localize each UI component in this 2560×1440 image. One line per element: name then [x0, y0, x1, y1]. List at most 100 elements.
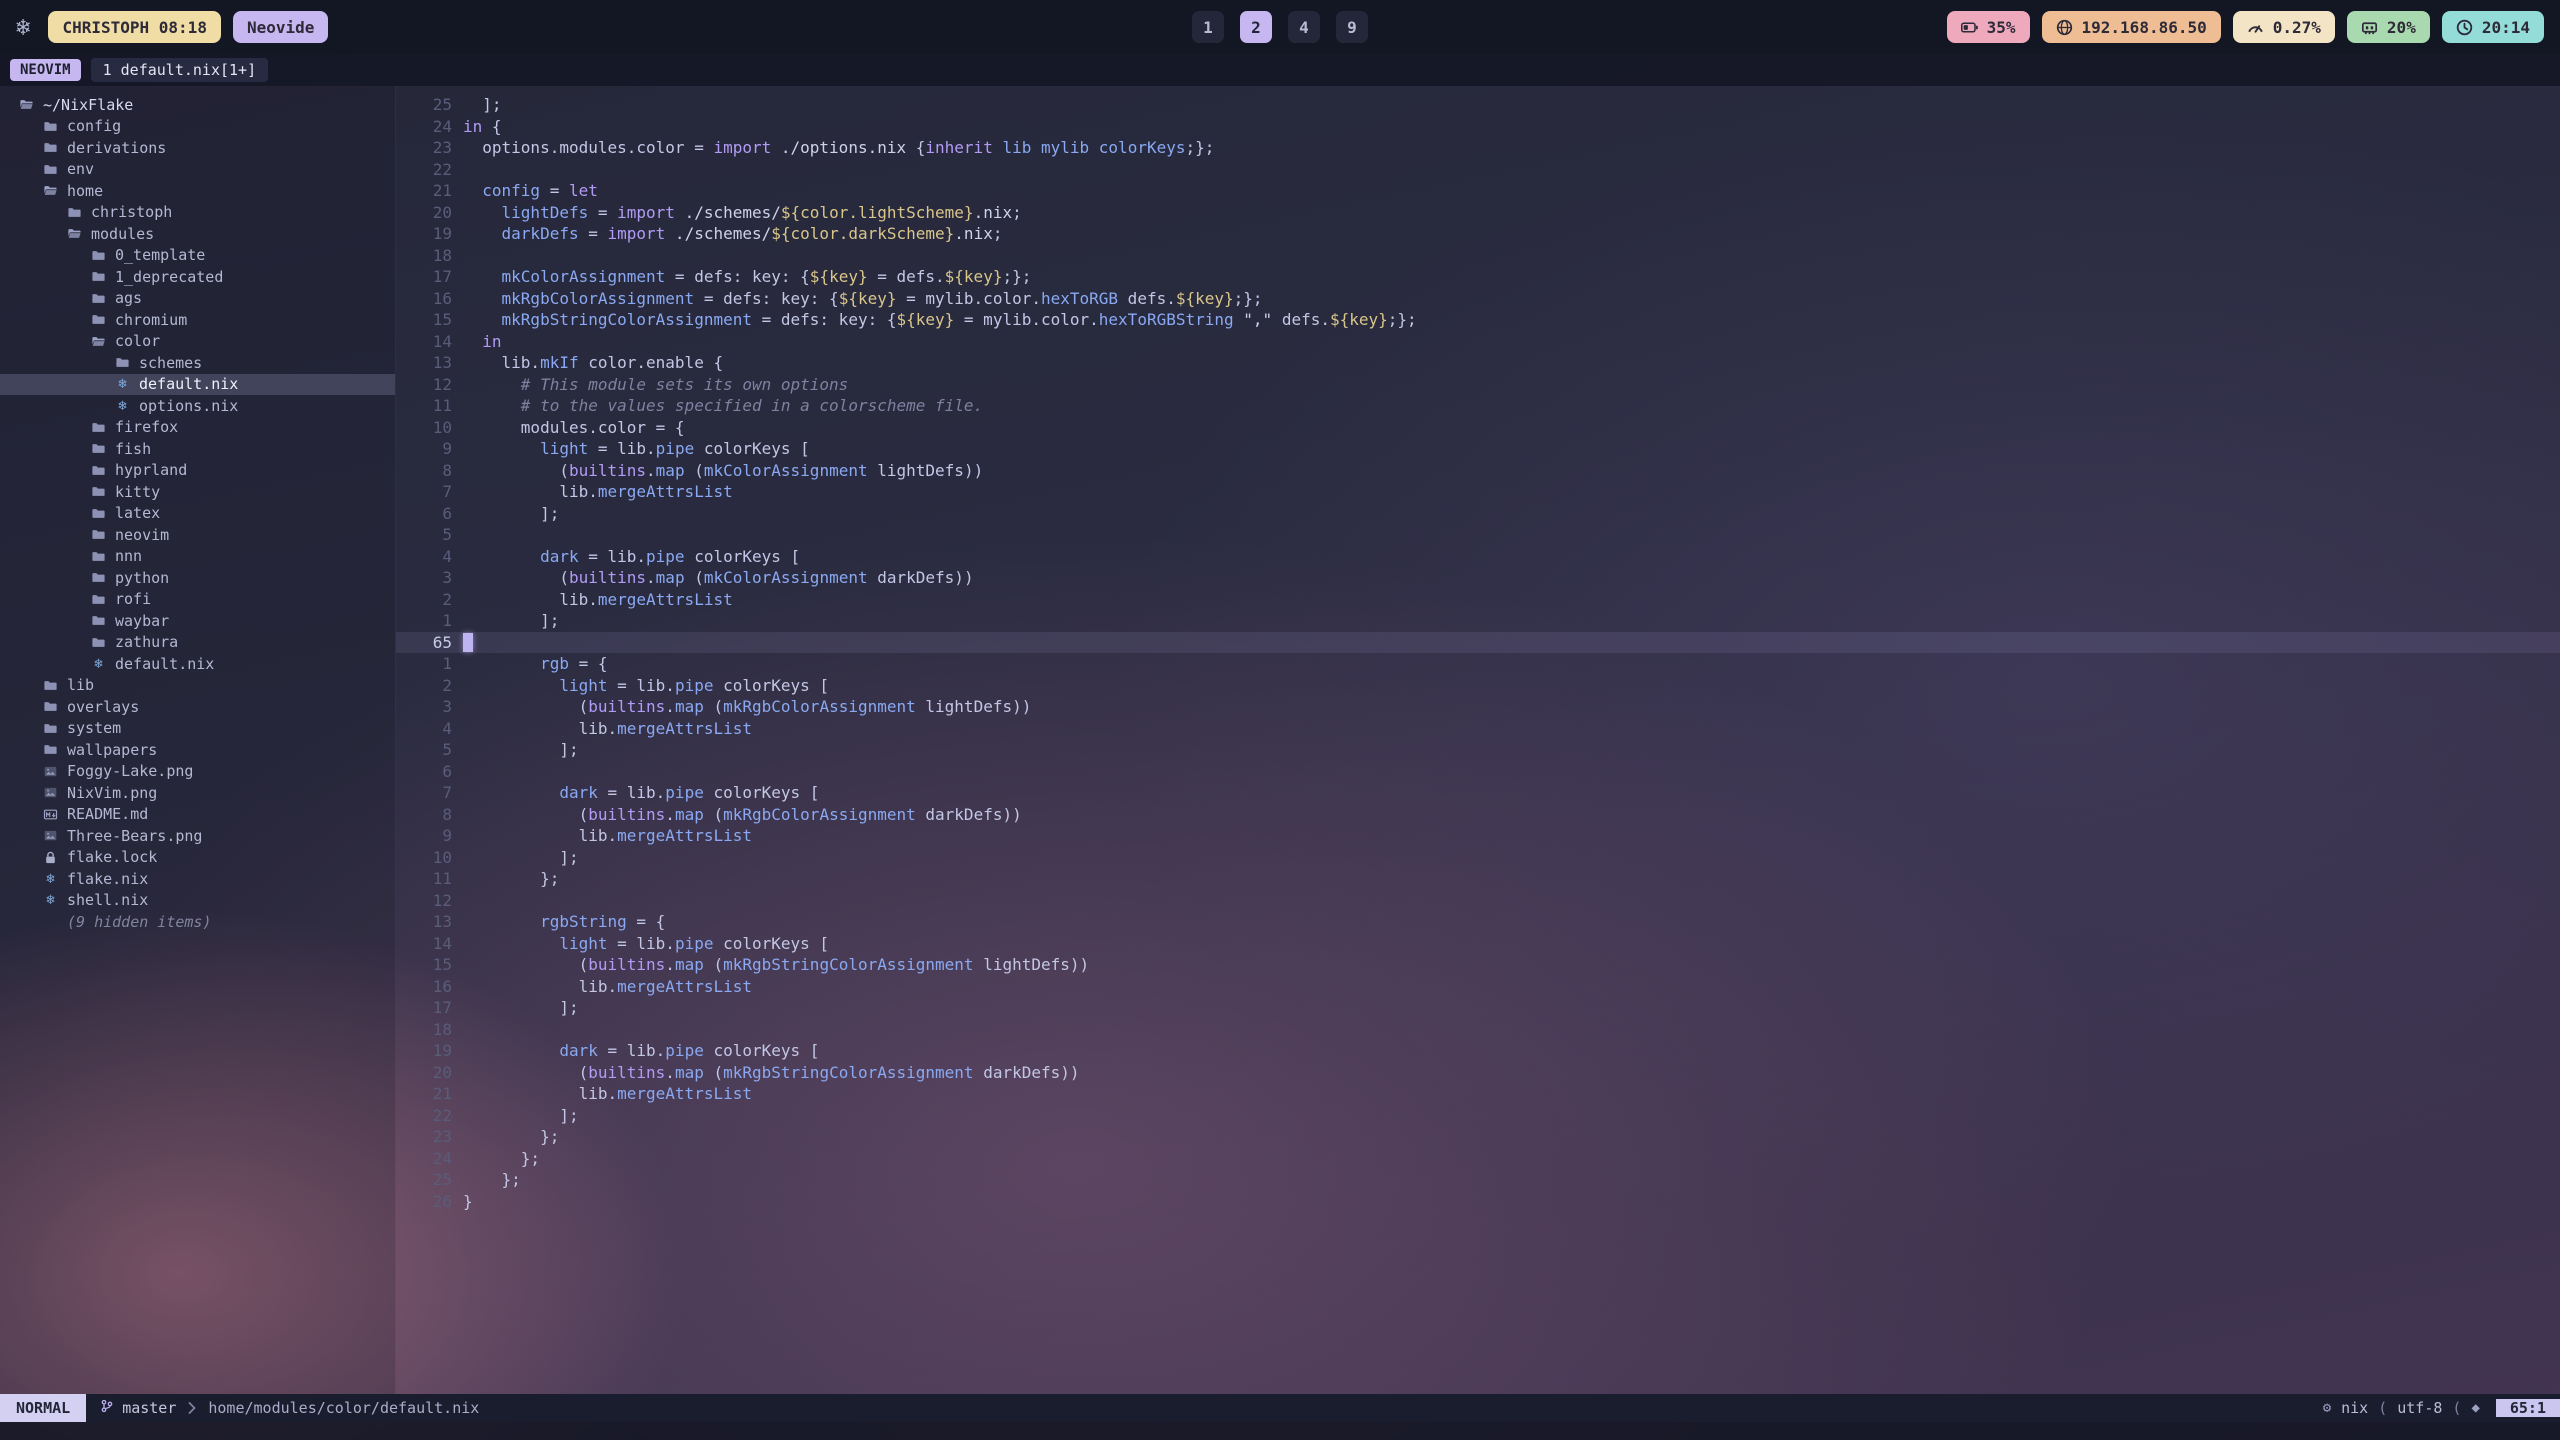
- code-line[interactable]: 25 };: [396, 1169, 2560, 1191]
- code-line[interactable]: 8 (builtins.map (mkColorAssignment light…: [396, 460, 2560, 482]
- code-line[interactable]: 19 darkDefs = import ./schemes/${color.d…: [396, 223, 2560, 245]
- user-clock-badge[interactable]: CHRISTOPH 08:18: [48, 11, 221, 43]
- tree-item[interactable]: wallpapers: [0, 739, 395, 761]
- code-line[interactable]: 9 lib.mergeAttrsList: [396, 825, 2560, 847]
- code-line[interactable]: 11 };: [396, 868, 2560, 890]
- tree-item[interactable]: ~/NixFlake: [0, 94, 395, 116]
- code-line[interactable]: 18: [396, 245, 2560, 267]
- code-line[interactable]: 23 options.modules.color = import ./opti…: [396, 137, 2560, 159]
- status-pill[interactable]: 20%: [2347, 11, 2430, 43]
- tree-item[interactable]: 0_template: [0, 245, 395, 267]
- code-line[interactable]: 4 dark = lib.pipe colorKeys [: [396, 546, 2560, 568]
- tree-item[interactable]: chromium: [0, 309, 395, 331]
- code-line[interactable]: 14 in: [396, 331, 2560, 353]
- tree-item[interactable]: ❄ flake.nix: [0, 868, 395, 890]
- code-line[interactable]: 15 mkRgbStringColorAssignment = defs: ke…: [396, 309, 2560, 331]
- tree-item[interactable]: fish: [0, 438, 395, 460]
- tree-item[interactable]: firefox: [0, 417, 395, 439]
- tree-item[interactable]: nnn: [0, 546, 395, 568]
- code-line[interactable]: 26}: [396, 1191, 2560, 1213]
- tree-item[interactable]: Three-Bears.png: [0, 825, 395, 847]
- code-line[interactable]: 7 lib.mergeAttrsList: [396, 481, 2560, 503]
- tree-item[interactable]: rofi: [0, 589, 395, 611]
- workspace-button[interactable]: 1: [1192, 11, 1224, 43]
- code-line[interactable]: 8 (builtins.map (mkRgbColorAssignment da…: [396, 804, 2560, 826]
- tree-item[interactable]: lib: [0, 675, 395, 697]
- tree-item[interactable]: ❄ options.nix: [0, 395, 395, 417]
- tree-item[interactable]: ❄ shell.nix: [0, 890, 395, 912]
- tree-item[interactable]: ❄ default.nix: [0, 374, 395, 396]
- code-line[interactable]: 2 lib.mergeAttrsList: [396, 589, 2560, 611]
- code-line[interactable]: 3 (builtins.map (mkRgbColorAssignment li…: [396, 696, 2560, 718]
- code-line[interactable]: 5: [396, 524, 2560, 546]
- workspace-button[interactable]: 4: [1288, 11, 1320, 43]
- status-pill[interactable]: 20:14: [2442, 11, 2544, 43]
- tree-item[interactable]: modules: [0, 223, 395, 245]
- code-line[interactable]: 21 config = let: [396, 180, 2560, 202]
- tree-item[interactable]: kitty: [0, 481, 395, 503]
- tree-item[interactable]: latex: [0, 503, 395, 525]
- editor-buffer[interactable]: 25 ]; 24in { 23 options.modules.color = …: [396, 86, 2560, 1394]
- code-line[interactable]: 12 # This module sets its own options: [396, 374, 2560, 396]
- code-line[interactable]: 15 (builtins.map (mkRgbStringColorAssign…: [396, 954, 2560, 976]
- workspace-button[interactable]: 9: [1336, 11, 1368, 43]
- code-line[interactable]: 14 light = lib.pipe colorKeys [: [396, 933, 2560, 955]
- tree-item[interactable]: home: [0, 180, 395, 202]
- code-line[interactable]: 4 lib.mergeAttrsList: [396, 718, 2560, 740]
- code-line[interactable]: 13 lib.mkIf color.enable {: [396, 352, 2560, 374]
- status-pill[interactable]: 192.168.86.50: [2042, 11, 2221, 43]
- code-line[interactable]: 19 dark = lib.pipe colorKeys [: [396, 1040, 2560, 1062]
- tree-item[interactable]: Foggy-Lake.png: [0, 761, 395, 783]
- code-line[interactable]: 24 };: [396, 1148, 2560, 1170]
- tree-item[interactable]: flake.lock: [0, 847, 395, 869]
- code-line[interactable]: 16 mkRgbColorAssignment = defs: key: {${…: [396, 288, 2560, 310]
- code-line[interactable]: 20 (builtins.map (mkRgbStringColorAssign…: [396, 1062, 2560, 1084]
- code-line[interactable]: 13 rgbString = {: [396, 911, 2560, 933]
- code-line[interactable]: 6: [396, 761, 2560, 783]
- code-line[interactable]: 1 ];: [396, 610, 2560, 632]
- tree-item[interactable]: NixVim.png: [0, 782, 395, 804]
- code-line[interactable]: 11 # to the values specified in a colors…: [396, 395, 2560, 417]
- code-line[interactable]: 22 ];: [396, 1105, 2560, 1127]
- tree-item[interactable]: (9 hidden items): [0, 911, 395, 933]
- code-line[interactable]: 65: [396, 632, 2560, 654]
- code-line[interactable]: 7 dark = lib.pipe colorKeys [: [396, 782, 2560, 804]
- tree-item[interactable]: zathura: [0, 632, 395, 654]
- tree-item[interactable]: hyprland: [0, 460, 395, 482]
- tree-item[interactable]: 1_deprecated: [0, 266, 395, 288]
- code-line[interactable]: 12: [396, 890, 2560, 912]
- tree-item[interactable]: color: [0, 331, 395, 353]
- code-line[interactable]: 17 mkColorAssignment = defs: key: {${key…: [396, 266, 2560, 288]
- code-line[interactable]: 20 lightDefs = import ./schemes/${color.…: [396, 202, 2560, 224]
- workspace-button[interactable]: 2: [1240, 11, 1272, 43]
- tree-item[interactable]: neovim: [0, 524, 395, 546]
- code-line[interactable]: 18: [396, 1019, 2560, 1041]
- code-line[interactable]: 25 ];: [396, 94, 2560, 116]
- code-line[interactable]: 2 light = lib.pipe colorKeys [: [396, 675, 2560, 697]
- tree-item[interactable]: env: [0, 159, 395, 181]
- tree-item[interactable]: ags: [0, 288, 395, 310]
- status-pill[interactable]: 35%: [1947, 11, 2030, 43]
- code-line[interactable]: 1 rgb = {: [396, 653, 2560, 675]
- tree-item[interactable]: christoph: [0, 202, 395, 224]
- code-line[interactable]: 6 ];: [396, 503, 2560, 525]
- buffer-tab[interactable]: 1 default.nix[1+]: [91, 58, 269, 82]
- code-line[interactable]: 22: [396, 159, 2560, 181]
- code-line[interactable]: 16 lib.mergeAttrsList: [396, 976, 2560, 998]
- tree-item[interactable]: system: [0, 718, 395, 740]
- tree-item[interactable]: waybar: [0, 610, 395, 632]
- app-badge[interactable]: Neovide: [233, 11, 328, 43]
- code-line[interactable]: 5 ];: [396, 739, 2560, 761]
- status-pill[interactable]: 0.27%: [2233, 11, 2335, 43]
- tree-item[interactable]: python: [0, 567, 395, 589]
- code-line[interactable]: 10 modules.color = {: [396, 417, 2560, 439]
- code-line[interactable]: 24in {: [396, 116, 2560, 138]
- code-line[interactable]: 17 ];: [396, 997, 2560, 1019]
- tree-item[interactable]: config: [0, 116, 395, 138]
- code-line[interactable]: 21 lib.mergeAttrsList: [396, 1083, 2560, 1105]
- code-line[interactable]: 3 (builtins.map (mkColorAssignment darkD…: [396, 567, 2560, 589]
- command-line[interactable]: [0, 1422, 2560, 1440]
- tree-item[interactable]: ❄ default.nix: [0, 653, 395, 675]
- tree-item[interactable]: schemes: [0, 352, 395, 374]
- code-line[interactable]: 9 light = lib.pipe colorKeys [: [396, 438, 2560, 460]
